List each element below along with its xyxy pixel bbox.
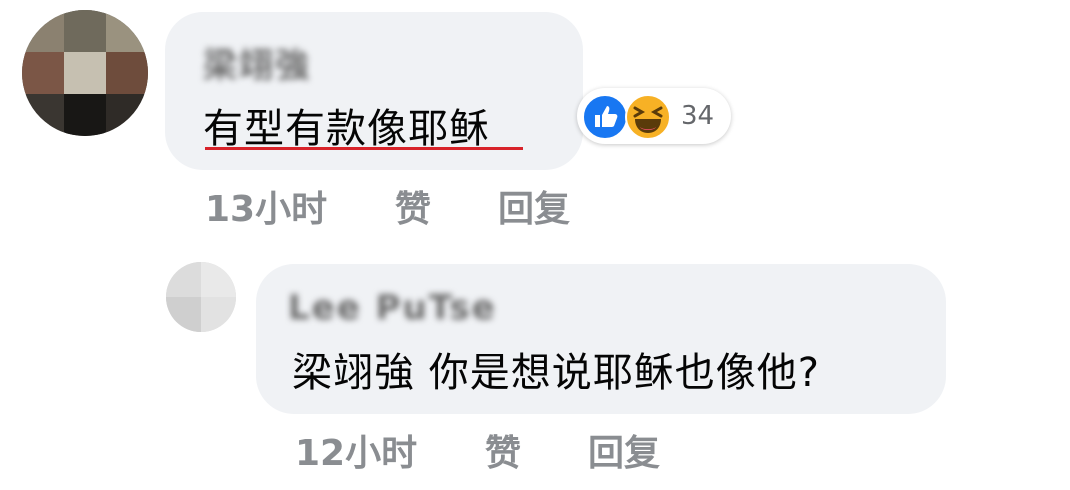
like-button[interactable]: 赞 [395, 180, 431, 232]
reaction-count: 34 [681, 101, 715, 131]
reply-bubble: Lee PuTse 梁翊強 你是想说耶稣也像他? [256, 264, 946, 414]
reply-text: 梁翊強 你是想说耶稣也像他? [292, 350, 820, 396]
comment-bubble: 梁翊強 有型有款像耶稣 [165, 12, 583, 170]
comment-text: 有型有款像耶稣 [203, 106, 490, 152]
red-underline-annotation [205, 147, 523, 150]
reply-reply-button[interactable]: 回复 [588, 424, 660, 476]
like-icon [582, 94, 628, 140]
reply-timestamp[interactable]: 12小时 [295, 424, 417, 476]
commenter-avatar[interactable] [22, 10, 148, 136]
haha-icon [625, 94, 671, 140]
reply-author-avatar[interactable] [166, 262, 236, 332]
reaction-summary[interactable]: 34 [577, 88, 731, 144]
comment-author-name[interactable]: 梁翊強 [203, 38, 333, 87]
reply-like-button[interactable]: 赞 [485, 424, 521, 476]
comment-timestamp[interactable]: 13小时 [205, 180, 327, 232]
reply-button[interactable]: 回复 [498, 180, 570, 232]
reply-author-name[interactable]: Lee PuTse [288, 288, 518, 328]
